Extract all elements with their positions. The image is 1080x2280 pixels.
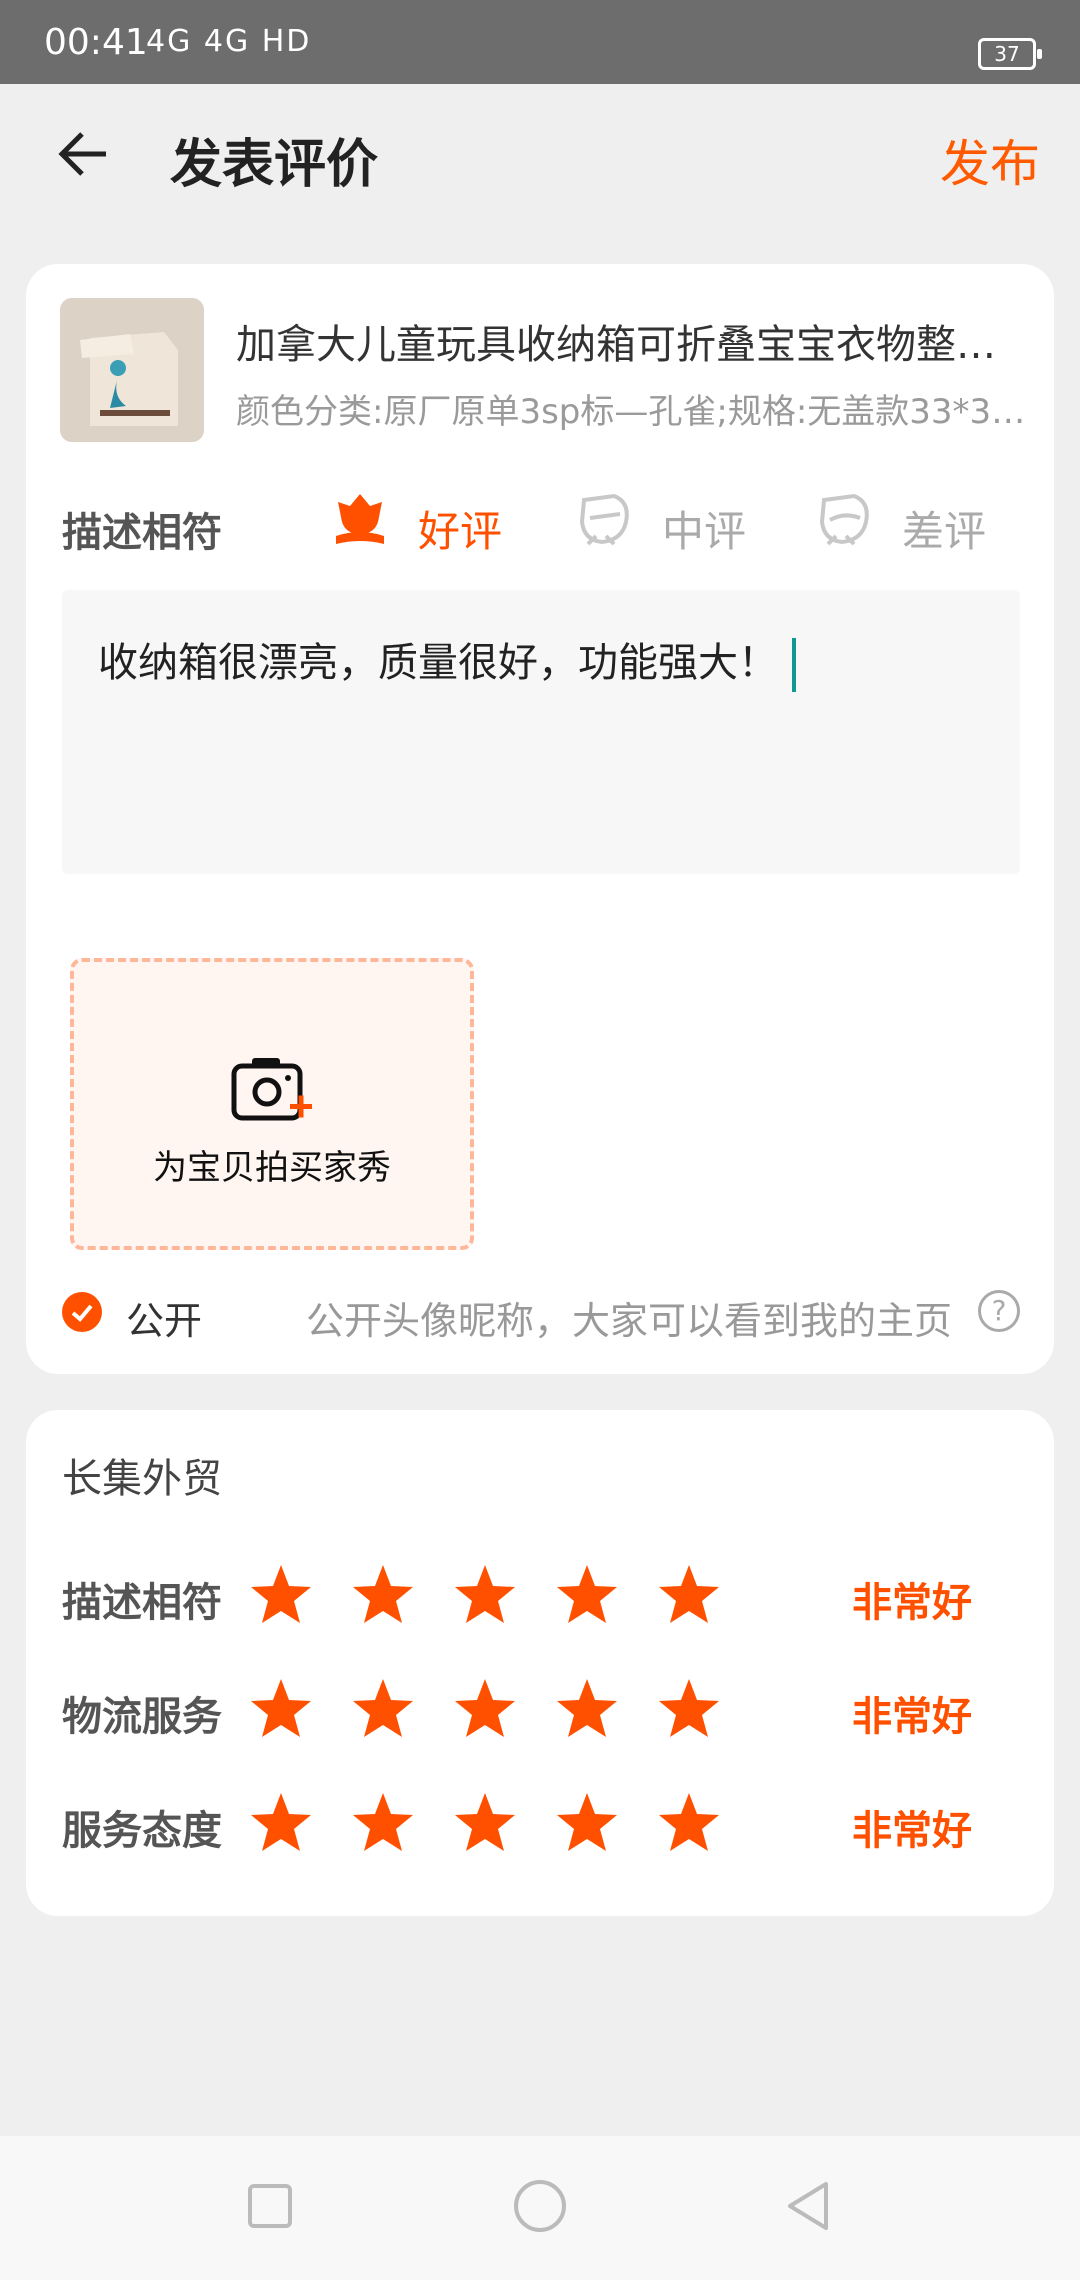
- product-title: 加拿大儿童玩具收纳箱可折叠宝宝衣物整理箱: [236, 322, 1026, 368]
- question-circle-icon[interactable]: ?: [978, 1290, 1020, 1332]
- triangle-back-icon[interactable]: [780, 2176, 840, 2236]
- shop-rating-card: 长集外贸 描述相符 非常好 物流服务 非常好 服务态度 非常好: [26, 1410, 1054, 1916]
- product-image: [60, 298, 204, 442]
- product-thumbnail: [60, 298, 204, 442]
- flower-icon: [336, 494, 384, 544]
- camera-add-icon: [231, 1058, 312, 1121]
- star-icon[interactable]: [350, 1790, 416, 1856]
- product-spec: 颜色分类:原厂原单3sp标—孔雀;规格:无盖款33*33*33cm: [236, 392, 1026, 432]
- rating-option-neutral[interactable]: 中评: [574, 488, 774, 558]
- circle-home-icon[interactable]: [510, 2176, 570, 2236]
- shop-name: 长集外贸: [62, 1456, 222, 1502]
- review-card: 加拿大儿童玩具收纳箱可折叠宝宝衣物整理箱 颜色分类:原厂原单3sp标—孔雀;规格…: [26, 264, 1054, 1374]
- shop-rating-row: 服务态度 非常好: [62, 1784, 1042, 1864]
- star-icon[interactable]: [452, 1562, 518, 1628]
- public-description: 公开头像昵称，大家可以看到我的主页: [306, 1299, 953, 1343]
- sad-face-icon: [819, 493, 869, 546]
- star-icon[interactable]: [554, 1676, 620, 1742]
- rating-option-bad-label: 差评: [902, 507, 987, 556]
- page-title: 发表评价: [170, 135, 379, 195]
- rating-option-good-label: 好评: [418, 507, 503, 556]
- back-button[interactable]: [54, 124, 114, 184]
- star-icon[interactable]: [656, 1790, 722, 1856]
- system-nav-bar: [0, 2136, 1080, 2280]
- star-icon[interactable]: [248, 1790, 314, 1856]
- app-header: 发表评价 发布: [0, 84, 1080, 230]
- rating-option-neutral-label: 中评: [662, 507, 747, 556]
- square-recent-icon[interactable]: [240, 2176, 300, 2236]
- comment-text: 收纳箱很漂亮，质量很好，功能强大！: [98, 640, 778, 686]
- star-icon[interactable]: [452, 1676, 518, 1742]
- shop-rating-level: 非常好: [852, 1694, 972, 1740]
- star-icon[interactable]: [656, 1562, 722, 1628]
- star-icon[interactable]: [656, 1676, 722, 1742]
- status-time: 00:41: [44, 22, 148, 63]
- star-icon[interactable]: [248, 1562, 314, 1628]
- star-icon[interactable]: [248, 1676, 314, 1742]
- shop-rating-label: 物流服务: [62, 1694, 222, 1740]
- photo-upload-button[interactable]: 为宝贝拍买家秀: [70, 958, 474, 1250]
- star-icon[interactable]: [554, 1562, 620, 1628]
- neutral-face-icon: [579, 493, 629, 546]
- comment-text-wrap: 收纳箱很漂亮，质量很好，功能强大！: [98, 630, 796, 692]
- shop-rating-level: 非常好: [852, 1808, 972, 1854]
- arrow-left-icon: [58, 132, 106, 176]
- shop-rating-label: 服务态度: [62, 1808, 222, 1854]
- public-label[interactable]: 公开: [126, 1290, 202, 1345]
- publish-button[interactable]: 发布: [940, 124, 1040, 196]
- battery-icon: 37: [978, 38, 1042, 70]
- rating-option-good[interactable]: 好评: [330, 488, 530, 558]
- text-caret: [792, 638, 796, 692]
- star-icon[interactable]: [554, 1790, 620, 1856]
- shop-rating-level: 非常好: [852, 1580, 972, 1626]
- star-icon[interactable]: [350, 1562, 416, 1628]
- rating-option-bad[interactable]: 差评: [814, 488, 1014, 558]
- shop-rating-row: 物流服务 非常好: [62, 1670, 1042, 1750]
- star-icon[interactable]: [350, 1676, 416, 1742]
- public-checkbox[interactable]: [62, 1292, 102, 1332]
- shop-rating-row: 描述相符 非常好: [62, 1556, 1042, 1636]
- comment-input[interactable]: 收纳箱很漂亮，质量很好，功能强大！: [62, 590, 1020, 874]
- signal-indicators: 4G 4G HD: [146, 24, 312, 59]
- status-bar: 00:41 4G 4G HD 37: [0, 0, 1080, 84]
- star-icon[interactable]: [452, 1790, 518, 1856]
- shop-rating-label: 描述相符: [62, 1580, 222, 1626]
- rating-label: 描述相符: [62, 510, 222, 556]
- check-icon: [71, 1304, 93, 1322]
- photo-upload-label: 为宝贝拍买家秀: [153, 1148, 391, 1188]
